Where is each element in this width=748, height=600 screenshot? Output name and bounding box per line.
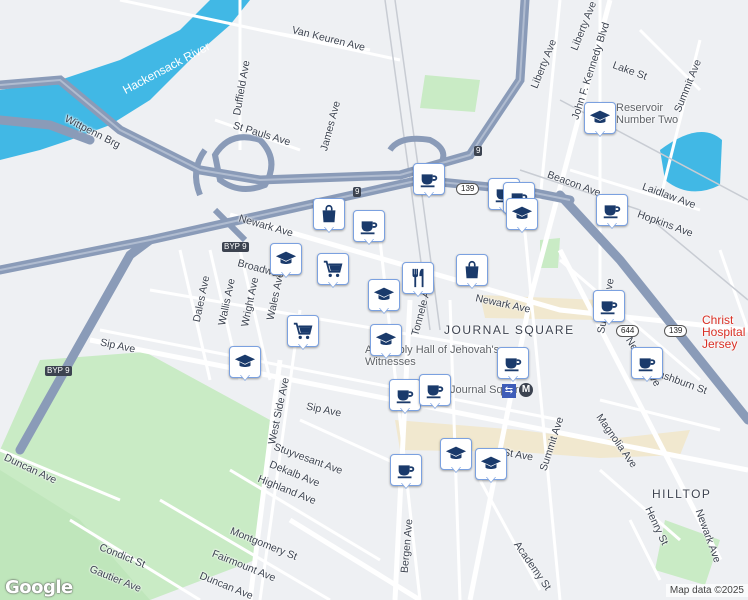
metro-station-icon[interactable]: M	[519, 383, 533, 397]
transit-icon: ⇆	[502, 384, 516, 398]
school-marker-3[interactable]	[229, 346, 261, 380]
coffee-marker-7[interactable]	[631, 347, 663, 381]
grocery-marker-2[interactable]	[287, 315, 319, 349]
coffee-marker-6[interactable]	[593, 290, 625, 324]
route-shield-9: 9	[353, 187, 362, 197]
route-shield-9-north: 9	[474, 146, 483, 156]
school-marker-2[interactable]	[368, 279, 400, 313]
map-attribution[interactable]: Map data ©2025	[665, 584, 748, 597]
route-shield-byp9-a: BYP 9	[222, 242, 249, 252]
route-shield-139-east: 139	[664, 325, 688, 337]
school-marker-6[interactable]	[506, 198, 538, 232]
route-shield-byp9-b: BYP 9	[45, 366, 72, 376]
neighborhood-journal-square: JOURNAL SQUARE	[444, 323, 575, 337]
shopping-marker-2[interactable]	[456, 254, 488, 288]
coffee-marker-5[interactable]	[596, 194, 628, 228]
neighborhood-hilltop: HILLTOP	[652, 487, 712, 501]
coffee-marker-11[interactable]	[390, 454, 422, 488]
poi-christ-hospital-label: Christ Hospital Jersey	[702, 313, 746, 351]
coffee-marker-8[interactable]	[497, 347, 529, 381]
grocery-marker-1[interactable]	[317, 253, 349, 287]
coffee-marker-10[interactable]	[419, 374, 451, 408]
school-marker-4[interactable]	[370, 324, 402, 358]
shopping-marker-1[interactable]	[313, 198, 345, 232]
school-marker-5[interactable]	[584, 102, 616, 136]
school-marker-8[interactable]	[475, 448, 507, 482]
route-shield-644: 644	[616, 325, 640, 337]
coffee-marker-1[interactable]	[413, 163, 445, 197]
google-logo: Google	[5, 577, 73, 598]
route-shield-139: 139	[456, 183, 480, 195]
poi-reservoir-label: Reservoir Number Two	[616, 102, 679, 126]
park-north	[420, 75, 480, 112]
coffee-marker-2[interactable]	[353, 210, 385, 244]
coffee-marker-9[interactable]	[389, 379, 421, 413]
map-canvas[interactable]: Hackensack River Van Keuren Ave Duffield…	[0, 0, 748, 600]
school-marker-1[interactable]	[270, 243, 302, 277]
school-marker-7[interactable]	[440, 438, 472, 472]
restaurant-marker-1[interactable]	[402, 262, 434, 296]
